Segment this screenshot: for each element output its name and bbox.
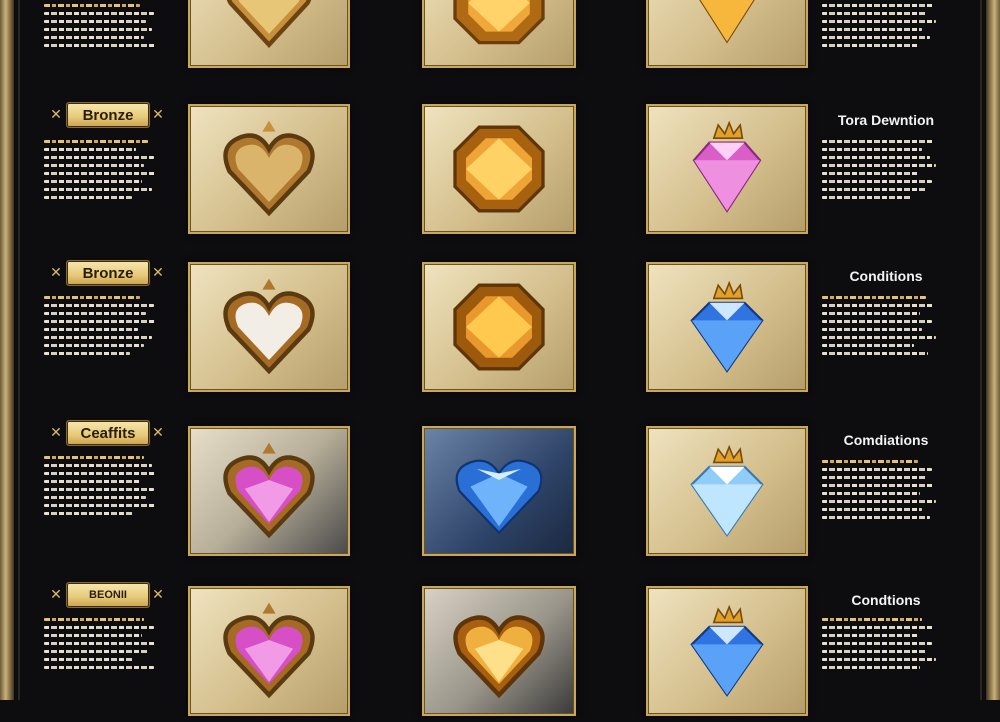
heart-pink-icon	[223, 442, 315, 539]
gem-card-heart-bronze[interactable]	[188, 0, 350, 68]
tier-condition-title: Tora Dewntion	[837, 112, 935, 128]
tier-row	[0, 0, 1000, 78]
heart-bronze-icon	[223, 120, 315, 217]
close-icon: ✕	[152, 105, 164, 122]
heart-pink-icon	[223, 602, 315, 699]
gem-card-diamond-pink-crowned[interactable]	[646, 104, 808, 234]
gem-card-octagon-gold[interactable]	[422, 262, 576, 392]
octagon-gold-icon	[453, 125, 545, 213]
tier-row: ✕ Bronze ✕ Conditions	[0, 258, 1000, 398]
left-description	[44, 140, 162, 204]
diamond-iceblue-crowned-icon	[690, 444, 764, 537]
tier-row: ✕ Ceaffits ✕ Comdiations	[0, 420, 1000, 560]
diamond-gold-icon	[699, 0, 755, 44]
right-description	[822, 618, 940, 674]
diamond-blue-crowned-icon	[690, 280, 764, 373]
diamond-blue-crowned-icon	[690, 604, 764, 697]
heart-gold-icon	[453, 615, 545, 699]
left-description	[44, 296, 162, 360]
right-description	[822, 140, 940, 204]
close-icon: ✕	[152, 423, 164, 440]
close-icon: ✕	[50, 263, 62, 280]
close-icon: ✕	[50, 585, 62, 602]
gem-card-diamond-blue-crowned[interactable]	[646, 262, 808, 392]
tier-condition-title: Conditions	[849, 268, 923, 284]
gem-card-diamond-blue-crowned[interactable]	[646, 586, 808, 716]
tier-condition-title: Condtions	[851, 592, 921, 608]
close-icon: ✕	[152, 585, 164, 602]
tier-row: ✕ BEONII ✕ Condtions	[0, 582, 1000, 722]
tier-badge[interactable]: Bronze	[66, 260, 150, 286]
tier-badge[interactable]: Ceaffits	[66, 420, 150, 446]
gem-card-diamond-iceblue-crowned[interactable]	[646, 426, 808, 556]
right-description	[822, 4, 940, 52]
left-description	[44, 4, 162, 52]
gem-card-heart-pink[interactable]	[188, 586, 350, 716]
octagon-gold-icon	[453, 0, 545, 45]
gem-card-heart-bronze[interactable]	[188, 104, 350, 234]
right-description	[822, 296, 940, 360]
tier-badge[interactable]: BEONII	[66, 582, 150, 608]
octagon-gold-icon	[453, 283, 545, 371]
left-description	[44, 456, 162, 520]
gem-card-diamond-gold[interactable]	[646, 0, 808, 68]
gem-card-octagon-gold[interactable]	[422, 104, 576, 234]
tier-row: ✕ Bronze ✕ Tora Dewntion	[0, 100, 1000, 240]
gem-card-heart-silver[interactable]	[188, 262, 350, 392]
heart-bronze-icon	[226, 0, 312, 49]
close-icon: ✕	[50, 423, 62, 440]
left-description	[44, 618, 162, 674]
gem-card-heart-pink[interactable]	[188, 426, 350, 556]
heart-blue-diamond-icon	[455, 459, 543, 535]
tier-condition-title: Comdiations	[843, 432, 929, 448]
gem-card-heart-blue-diamond[interactable]	[422, 426, 576, 556]
heart-silver-icon	[223, 278, 315, 375]
right-description	[822, 460, 940, 524]
gem-card-heart-gold[interactable]	[422, 586, 576, 716]
tier-badge[interactable]: Bronze	[66, 102, 150, 128]
gem-card-octagon-gold[interactable]	[422, 0, 576, 68]
diamond-pink-crowned-icon	[692, 120, 762, 213]
close-icon: ✕	[50, 105, 62, 122]
close-icon: ✕	[152, 263, 164, 280]
